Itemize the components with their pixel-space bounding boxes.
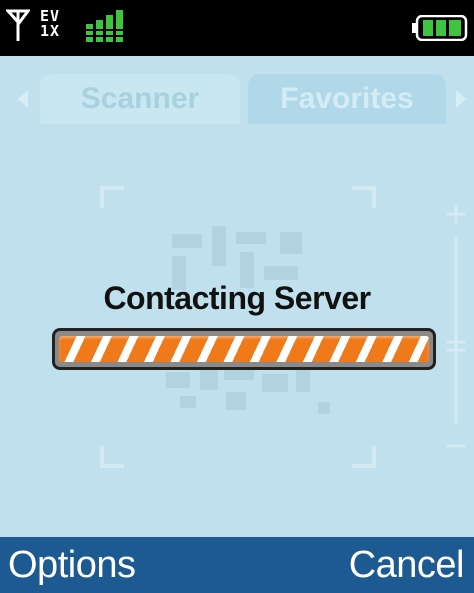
phone-screen: EV 1X Scanner Favorites Contacting Serve… — [0, 0, 474, 593]
status-bar: EV 1X — [0, 0, 474, 56]
network-1x-label: 1X — [40, 22, 61, 40]
cancel-softkey[interactable]: Cancel — [349, 541, 465, 589]
contacting-server-title: Contacting Server — [103, 280, 371, 316]
battery-icon — [412, 15, 468, 41]
antenna-icon — [6, 9, 30, 41]
scanner-view: Scanner Favorites Contacting Server — [0, 56, 474, 537]
barcode-placeholder-icon — [166, 226, 330, 414]
softkey-bar: Options Cancel — [0, 537, 474, 593]
options-softkey[interactable]: Options — [8, 541, 136, 589]
zoom-slider-icon — [447, 205, 465, 448]
progress-bar — [52, 328, 436, 370]
viewfinder-frame — [100, 186, 376, 468]
signal-bars-icon — [86, 10, 123, 42]
progress-bar-fill — [59, 336, 429, 362]
